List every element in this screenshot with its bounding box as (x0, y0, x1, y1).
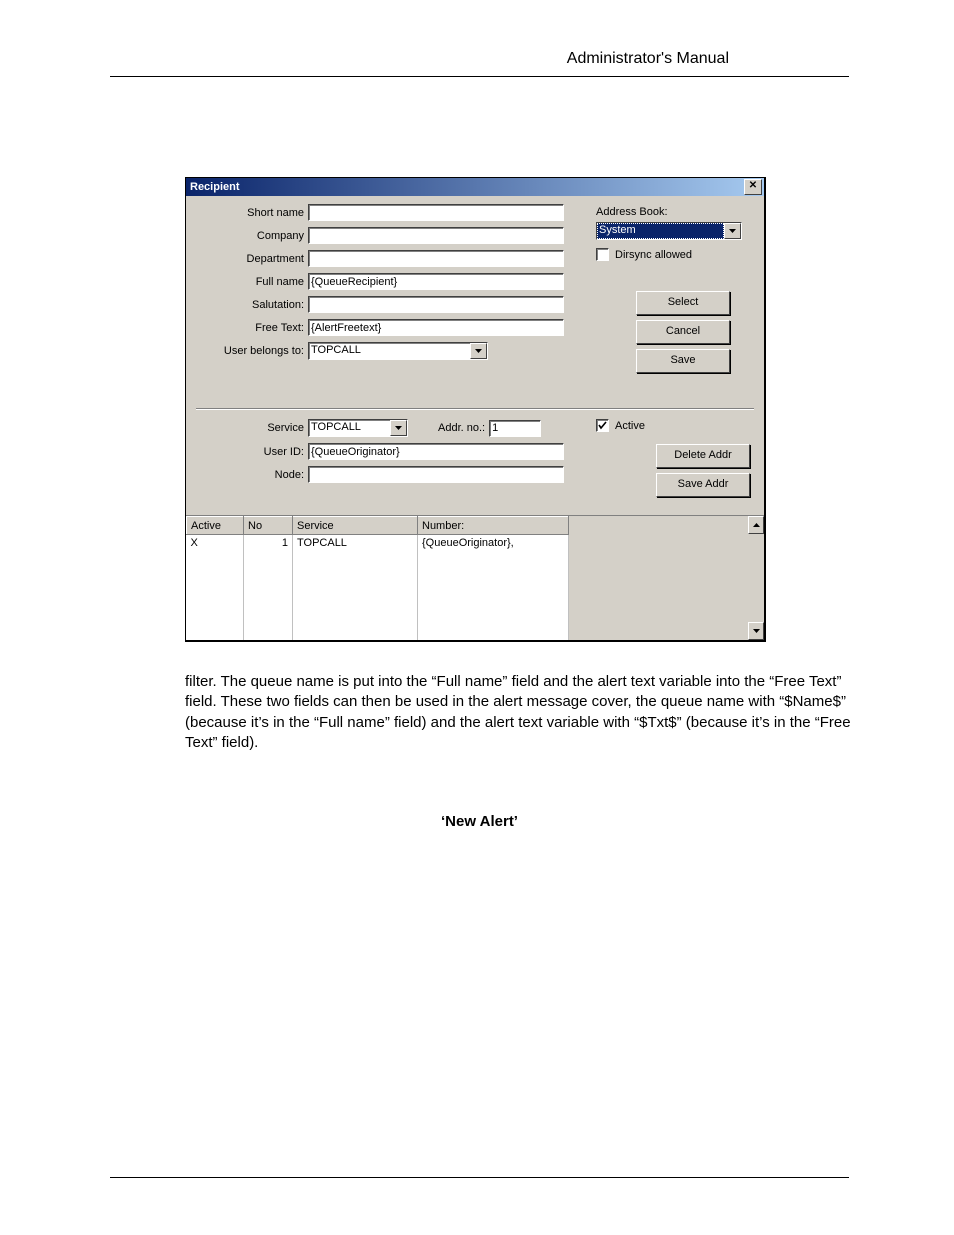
active-checkbox[interactable] (596, 419, 609, 432)
chevron-down-icon[interactable] (470, 343, 487, 359)
scroll-up-icon[interactable] (748, 516, 764, 534)
titlebar: Recipient ✕ (186, 178, 764, 196)
label-department: Department (196, 253, 308, 265)
page-header: Administrator's Manual (110, 50, 849, 76)
label-service: Service (196, 422, 308, 434)
free-text-input[interactable] (308, 319, 564, 336)
service-select[interactable]: TOPCALL (308, 419, 408, 437)
table-row (187, 595, 569, 610)
salutation-input[interactable] (308, 296, 564, 313)
subheading-new-alert: ‘New Alert’ (110, 813, 849, 830)
label-user-id: User ID: (196, 446, 308, 458)
addr-no-input[interactable] (489, 420, 541, 437)
header-rule (110, 76, 849, 77)
delete-addr-button[interactable]: Delete Addr (656, 444, 750, 468)
dialog-title: Recipient (190, 181, 744, 193)
table-row (187, 610, 569, 625)
body-paragraph: filter. The queue name is put into the “… (185, 672, 855, 753)
footer-rule (110, 1177, 849, 1178)
save-button[interactable]: Save (636, 349, 730, 373)
label-active: Active (615, 420, 645, 432)
scroll-track[interactable] (748, 534, 764, 622)
label-addr-no: Addr. no.: (438, 422, 485, 434)
short-name-input[interactable] (308, 204, 564, 221)
grid-header-service[interactable]: Service (293, 517, 418, 535)
address-grid: Active No Service Number: X 1 TOPCALL {Q… (186, 515, 764, 640)
close-icon[interactable]: ✕ (744, 179, 762, 195)
save-addr-button[interactable]: Save Addr (656, 473, 750, 497)
chevron-down-icon[interactable] (724, 223, 741, 239)
address-book-select[interactable]: System (596, 222, 742, 240)
scroll-down-icon[interactable] (748, 622, 764, 640)
label-salutation: Salutation: (196, 299, 308, 311)
label-full-name: Full name (196, 276, 308, 288)
label-dirsync: Dirsync allowed (615, 249, 692, 261)
grid-header-no[interactable]: No (244, 517, 293, 535)
table-row (187, 565, 569, 580)
company-input[interactable] (308, 227, 564, 244)
cell-service: TOPCALL (293, 535, 418, 551)
grid-right-pane (569, 516, 764, 640)
user-belongs-select[interactable]: TOPCALL (308, 342, 488, 360)
service-value: TOPCALL (309, 420, 390, 436)
cancel-button[interactable]: Cancel (636, 320, 730, 344)
label-address-book: Address Book: (596, 206, 756, 218)
grid-header-active[interactable]: Active (187, 517, 244, 535)
label-company: Company (196, 230, 308, 242)
table-row (187, 550, 569, 565)
table-row (187, 580, 569, 595)
label-short-name: Short name (196, 207, 308, 219)
chevron-down-icon[interactable] (390, 420, 407, 436)
select-button[interactable]: Select (636, 291, 730, 315)
dirsync-checkbox[interactable] (596, 248, 609, 261)
scrollbar[interactable] (748, 516, 764, 640)
user-belongs-value: TOPCALL (309, 343, 470, 359)
table-row (187, 625, 569, 640)
recipient-dialog: Recipient ✕ Short name Company Departmen… (185, 177, 766, 642)
grid-header-number[interactable]: Number: (418, 517, 569, 535)
cell-active: X (187, 535, 244, 551)
table-row[interactable]: X 1 TOPCALL {QueueOriginator}, (187, 535, 569, 551)
full-name-input[interactable] (308, 273, 564, 290)
cell-no: 1 (244, 535, 293, 551)
label-node: Node: (196, 469, 308, 481)
label-free-text: Free Text: (196, 322, 308, 334)
department-input[interactable] (308, 250, 564, 267)
label-user-belongs: User belongs to: (196, 345, 308, 357)
user-id-input[interactable] (308, 443, 564, 460)
address-book-value: System (597, 223, 724, 239)
cell-number: {QueueOriginator}, (418, 535, 569, 551)
node-input[interactable] (308, 466, 564, 483)
